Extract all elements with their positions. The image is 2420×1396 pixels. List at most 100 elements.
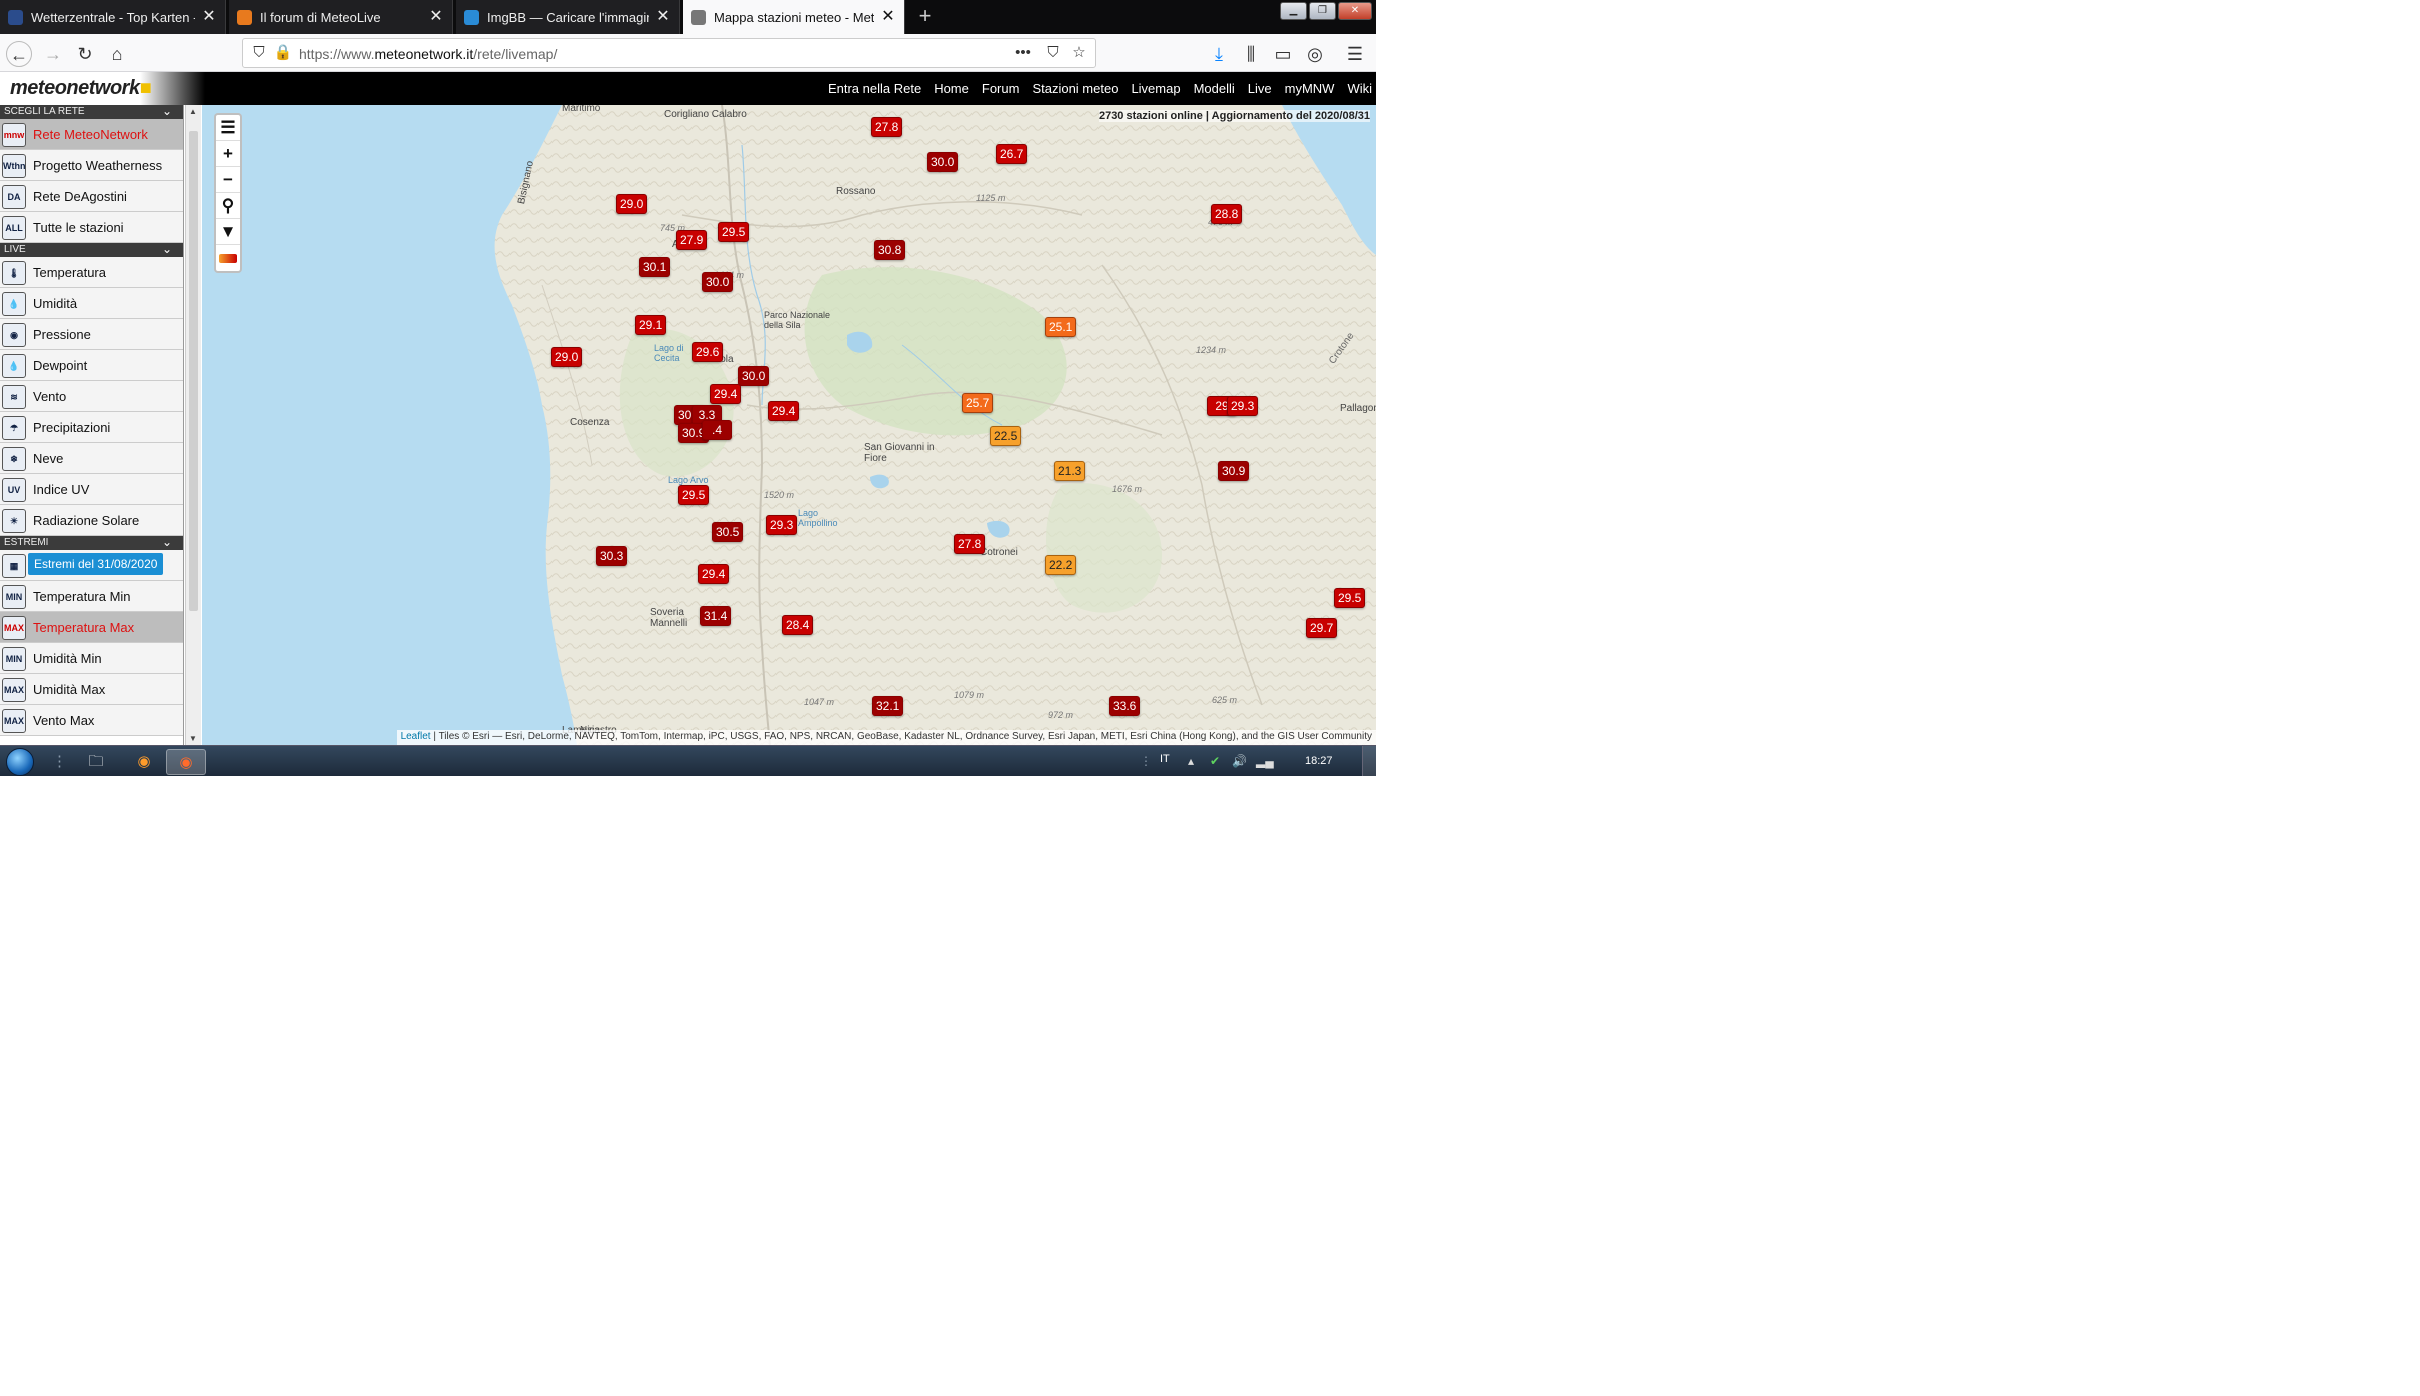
station-marker[interactable]: 26.7 xyxy=(996,144,1028,164)
close-window-icon[interactable]: ✕ xyxy=(1338,2,1372,20)
library-icon[interactable]: ⫼ xyxy=(1238,41,1264,67)
maximize-icon[interactable]: ❐ xyxy=(1309,2,1336,20)
lock-icon[interactable]: 🔒 xyxy=(273,43,293,63)
sidebar-item[interactable]: MIN Umidità Min xyxy=(0,643,183,674)
scroll-up-icon[interactable]: ▲ xyxy=(189,107,197,116)
shield-icon[interactable]: ⛉ xyxy=(249,43,269,63)
forward-icon[interactable]: → xyxy=(40,41,66,67)
site-logo[interactable]: meteonetwork■ xyxy=(10,77,152,100)
station-marker[interactable]: 22.5 xyxy=(990,426,1022,446)
sidebar-section-header[interactable]: SCEGLI LA RETE ⌄ xyxy=(0,105,183,119)
minimize-icon[interactable]: ▁ xyxy=(1280,2,1307,20)
sidebar-section-header[interactable]: LIVE ⌄ xyxy=(0,242,183,257)
security-tray-icon[interactable]: ✔ xyxy=(1210,754,1220,768)
pocket-icon[interactable]: ⛉ xyxy=(1043,43,1063,63)
bookmark-star-icon[interactable]: ☆ xyxy=(1069,43,1089,63)
sidebar-item[interactable]: ≋ Vento xyxy=(0,381,183,412)
filter-icon[interactable]: ▼ xyxy=(216,219,240,245)
station-marker[interactable]: 30.0 xyxy=(927,151,959,172)
account-icon[interactable]: ◎ xyxy=(1302,41,1328,67)
sidebar-item[interactable]: mnw Rete MeteoNetwork xyxy=(0,119,183,150)
station-marker[interactable]: 29.3 xyxy=(766,514,798,535)
home-icon[interactable]: ⌂ xyxy=(104,41,130,67)
scroll-down-icon[interactable]: ▼ xyxy=(189,734,197,743)
station-marker[interactable]: 31.4 xyxy=(700,606,732,626)
explorer-icon[interactable]: 🗀 xyxy=(76,749,116,775)
station-marker[interactable]: 29.4 xyxy=(768,400,800,421)
firefox-active-window[interactable]: ◉ xyxy=(166,749,206,775)
sidebar-item[interactable]: 🌡 Temperatura xyxy=(0,257,183,288)
close-icon[interactable]: ✕ xyxy=(880,9,896,25)
tab-wetterzentrale[interactable]: Wetterzentrale - Top Karten - G ✕ xyxy=(0,0,226,34)
station-marker[interactable]: 27.9 xyxy=(676,229,708,250)
station-marker[interactable]: 29.0 xyxy=(616,193,648,214)
tray-expand-icon[interactable]: ▴ xyxy=(1188,754,1194,768)
sidebar-item[interactable]: MIN Temperatura Min xyxy=(0,581,183,612)
legend-icon[interactable] xyxy=(216,245,240,271)
sidebar-item[interactable]: ☂ Precipitazioni xyxy=(0,412,183,443)
tab-imgbb[interactable]: ImgBB — Caricare l'immagine ✕ xyxy=(456,0,680,34)
sidebar-scrollbar[interactable]: ▲ ▼ xyxy=(185,105,201,745)
station-marker[interactable]: 33.6 xyxy=(1109,696,1141,716)
station-marker[interactable]: 27.8 xyxy=(871,117,903,137)
clock[interactable]: 18:27 xyxy=(1305,755,1333,767)
more-actions-icon[interactable]: ••• xyxy=(1013,43,1033,63)
sidebar-toggle-icon[interactable]: ▭ xyxy=(1270,41,1296,67)
tab-meteonetwork[interactable]: Mappa stazioni meteo - Meteo ✕ xyxy=(683,0,905,34)
close-icon[interactable]: ✕ xyxy=(428,9,444,25)
station-marker[interactable]: 28.4 xyxy=(782,615,814,635)
zoom-in-icon[interactable]: + xyxy=(216,141,240,167)
nav-link[interactable]: Wiki xyxy=(1347,81,1372,96)
sidebar-item[interactable]: Wthn Progetto Weatherness xyxy=(0,150,183,181)
reload-icon[interactable]: ↻ xyxy=(72,41,98,67)
volume-icon[interactable]: 🔊 xyxy=(1232,754,1247,768)
menu-icon[interactable]: ☰ xyxy=(1342,41,1368,67)
sidebar-item[interactable]: 💧 Dewpoint xyxy=(0,350,183,381)
station-marker[interactable]: 30.3 xyxy=(596,546,628,566)
sidebar-item[interactable]: ◉ Pressione xyxy=(0,319,183,350)
tab-meteolive[interactable]: Il forum di MeteoLive ✕ xyxy=(229,0,453,34)
sidebar-item[interactable]: 💧 Umidità xyxy=(0,288,183,319)
station-marker[interactable]: 30.8 xyxy=(874,240,906,260)
sidebar-item[interactable]: ▦ Estremi del 31/08/2020 xyxy=(0,550,183,581)
close-icon[interactable]: ✕ xyxy=(655,9,671,25)
station-marker[interactable]: 29.4 xyxy=(698,564,730,584)
nav-link[interactable]: myMNW xyxy=(1285,81,1335,96)
station-marker[interactable]: 29.4 xyxy=(710,384,742,404)
station-marker[interactable]: 32.1 xyxy=(872,696,904,716)
show-desktop-button[interactable] xyxy=(1362,746,1376,776)
nav-link[interactable]: Live xyxy=(1248,81,1272,96)
station-marker[interactable]: 21.3 xyxy=(1054,460,1086,481)
station-marker[interactable]: 25.7 xyxy=(962,393,994,413)
search-icon[interactable]: ⚲ xyxy=(216,193,240,219)
firefox-taskbar-icon[interactable]: ◉ xyxy=(124,749,164,775)
nav-link[interactable]: Livemap xyxy=(1131,81,1180,96)
nav-link[interactable]: Modelli xyxy=(1194,81,1235,96)
network-icon[interactable]: ▂▄ xyxy=(1256,754,1274,768)
station-marker[interactable]: 22.2 xyxy=(1045,555,1077,575)
sidebar-section-header[interactable]: ESTREMI ⌄ xyxy=(0,535,183,550)
url-bar[interactable]: ⛉ 🔒 https://www.meteonetwork.it/rete/liv… xyxy=(242,38,1096,68)
start-button[interactable] xyxy=(6,748,34,776)
chevron-down-icon[interactable]: ⌄ xyxy=(162,535,172,549)
sidebar-item[interactable]: DA Rete DeAgostini xyxy=(0,181,183,212)
sidebar-item[interactable]: MAX Temperatura Max xyxy=(0,612,183,643)
sidebar-item[interactable]: MAX Vento Max xyxy=(0,705,183,736)
station-marker[interactable]: .4 xyxy=(702,420,732,440)
nav-link[interactable]: Entra nella Rete xyxy=(828,81,921,96)
url-text[interactable]: https://www.meteonetwork.it/rete/livemap… xyxy=(299,46,557,62)
station-marker[interactable]: 29.6 xyxy=(692,342,724,362)
station-marker[interactable]: 25.1 xyxy=(1045,316,1077,337)
station-marker[interactable]: 30.0 xyxy=(702,271,734,292)
scroll-thumb[interactable] xyxy=(189,131,198,611)
nav-link[interactable]: Home xyxy=(934,81,969,96)
language-indicator[interactable]: IT xyxy=(1160,753,1170,765)
sidebar-item[interactable]: ALL Tutte le stazioni xyxy=(0,212,183,243)
sidebar-item[interactable]: MAX Umidità Max xyxy=(0,674,183,705)
nav-link[interactable]: Forum xyxy=(982,81,1020,96)
station-marker[interactable]: 29.5 xyxy=(678,484,710,505)
station-marker[interactable]: 30.9 xyxy=(1218,460,1250,481)
chevron-down-icon[interactable]: ⌄ xyxy=(162,242,172,256)
station-marker[interactable]: 29.5 xyxy=(718,222,750,242)
station-marker[interactable]: 30.5 xyxy=(712,522,744,542)
